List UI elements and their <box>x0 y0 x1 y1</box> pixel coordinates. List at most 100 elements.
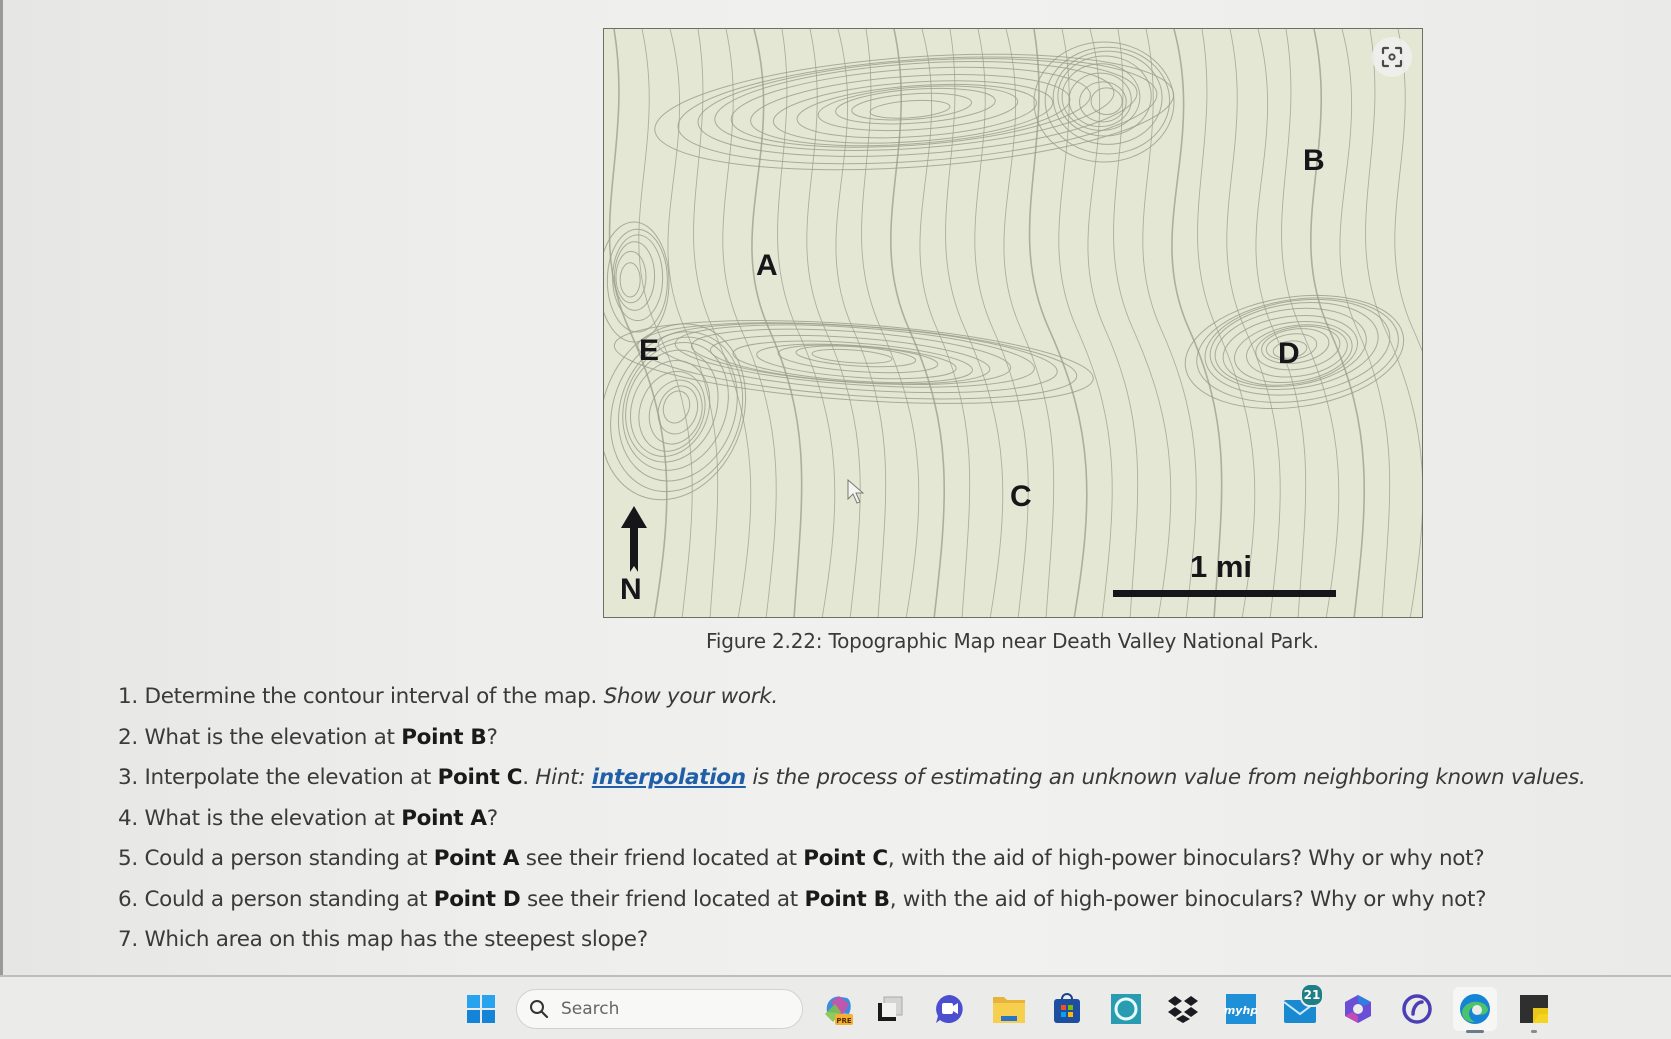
question-item: 2. What is the elevation at Point B? <box>118 723 1586 764</box>
task-view-icon <box>878 996 903 1021</box>
point-b-label: B <box>1303 144 1325 177</box>
visual-search-icon <box>1381 46 1403 68</box>
sticky-notes-icon <box>1520 995 1548 1023</box>
taskbar-app-edge[interactable] <box>1453 987 1497 1033</box>
topographic-map: A B C D E N 1 mi <box>603 28 1423 618</box>
start-button[interactable] <box>459 987 503 1031</box>
m365-icon <box>1345 995 1371 1023</box>
contour-line <box>1197 29 1256 617</box>
scale-label: 1 mi <box>1190 549 1253 584</box>
point-reference: Point C <box>803 846 888 871</box>
ridge-contour-west <box>625 349 719 463</box>
scale-bar <box>1113 590 1336 597</box>
ridge-contour-north <box>835 87 996 125</box>
point-e-label: E <box>639 334 660 367</box>
myhp-label: myhp <box>1225 1004 1257 1017</box>
alexa-icon <box>1111 994 1141 1024</box>
question-text: , with the aid of high-power binoculars?… <box>887 846 1485 871</box>
taskbar-app-file-explorer[interactable] <box>987 987 1031 1031</box>
question-list: 1. Determine the contour interval of the… <box>118 682 1586 966</box>
ridge-contour-north-east <box>1057 55 1152 137</box>
taskbar-search-input[interactable]: Search <box>516 989 803 1029</box>
visual-search-button[interactable] <box>1372 37 1412 77</box>
copilot-pre-badge: PRE <box>836 1017 852 1025</box>
question-item: 1. Determine the contour interval of the… <box>118 682 1586 723</box>
point-c-label: C <box>1010 480 1032 513</box>
screen-edge <box>0 0 3 975</box>
point-reference: Point D <box>433 886 521 912</box>
point-d-label: D <box>1278 337 1300 370</box>
question-number: 3. <box>118 765 145 790</box>
question-item: 4. What is the elevation at Point A? <box>118 804 1586 845</box>
point-reference: Point A <box>433 846 520 871</box>
taskbar-app-circle[interactable] <box>1395 987 1439 1031</box>
question-text: ? <box>486 724 498 750</box>
taskbar-app-store[interactable] <box>1045 987 1089 1031</box>
ridge-contour-west <box>657 385 699 435</box>
question-item: 5. Could a person standing at Point A se… <box>118 844 1586 885</box>
taskbar-app-task-view[interactable] <box>868 987 912 1031</box>
taskbar-app-video-chat[interactable] <box>927 987 971 1031</box>
point-a-label: A <box>756 249 778 282</box>
question-text: see their friend located at <box>520 886 805 912</box>
contour-line <box>1113 29 1172 617</box>
contour-lines <box>604 29 1422 617</box>
question-number: 4. <box>118 805 145 831</box>
question-text: What is the elevation at <box>144 724 402 750</box>
figure-caption: Figure 2.22: Topographic Map near Death … <box>706 629 1319 653</box>
store-icon <box>1054 993 1080 1023</box>
mouse-cursor-icon <box>847 479 865 504</box>
italic-text: is the process of estimating an unknown … <box>745 765 1586 790</box>
question-text: What is the elevation at <box>144 805 402 831</box>
contour-line <box>1281 29 1340 617</box>
question-number: 2. <box>118 724 145 750</box>
question-text: , with the aid of high-power binoculars?… <box>889 886 1487 912</box>
ridge-contour-central <box>732 340 973 384</box>
folder-icon <box>993 997 1025 1023</box>
copilot-icon: PRE <box>825 996 853 1025</box>
question-number: 6. <box>118 886 145 912</box>
point-reference: Point B <box>804 886 890 912</box>
question-number: 5. <box>118 846 145 871</box>
video-chat-icon <box>936 995 963 1023</box>
question-text: Determine the contour interval of the ma… <box>144 684 604 709</box>
search-icon <box>530 1000 549 1019</box>
ridge-contour-north <box>869 99 951 119</box>
question-text: Which area on this map has the steepest … <box>144 927 648 952</box>
ridge-contour-north <box>772 80 1054 144</box>
mail-unread-badge: 21 <box>1300 983 1324 1007</box>
taskbar-app-dropbox[interactable] <box>1161 987 1205 1031</box>
ridge-contour-west <box>629 360 711 457</box>
interpolation-link[interactable]: interpolation <box>592 765 746 790</box>
question-text: Could a person standing at <box>144 846 434 871</box>
windows-logo-icon <box>467 995 495 1023</box>
search-placeholder: Search <box>561 999 620 1019</box>
question-item: 7. Which area on this map has the steepe… <box>118 925 1586 966</box>
question-number: 1. <box>118 684 145 709</box>
ridge-contour-west <box>617 336 738 482</box>
taskbar: Search PRE myhp 21 <box>0 975 1671 1039</box>
taskbar-app-copilot[interactable]: PRE <box>816 987 860 1031</box>
question-text: Could a person standing at <box>144 886 434 912</box>
question-text: see their friend located at <box>519 846 804 871</box>
question-item: 3. Interpolate the elevation at Point C.… <box>118 763 1586 804</box>
taskbar-app-microsoft-365[interactable] <box>1336 987 1380 1031</box>
taskbar-app-myhp[interactable]: myhp <box>1219 987 1263 1031</box>
taskbar-app-mail[interactable]: 21 <box>1278 983 1324 1031</box>
ridge-contour-west <box>662 390 691 424</box>
taskbar-app-sticky-notes[interactable] <box>1512 987 1556 1033</box>
contour-line <box>1394 29 1422 352</box>
edge-active-indicator <box>1466 1030 1484 1033</box>
question-text: ? <box>486 805 498 831</box>
north-label: N <box>620 573 642 606</box>
ridge-contour-e <box>619 262 641 298</box>
question-text: . <box>522 765 536 790</box>
point-reference: Point A <box>401 805 487 831</box>
point-reference: Point B <box>401 724 487 750</box>
circle-check-icon <box>1402 994 1432 1024</box>
question-text: Interpolate the elevation at <box>144 765 438 790</box>
dropbox-icon <box>1168 996 1198 1023</box>
taskbar-app-alexa[interactable] <box>1104 987 1148 1031</box>
myhp-icon: myhp <box>1225 994 1257 1024</box>
italic-text: Hint: <box>535 765 592 790</box>
